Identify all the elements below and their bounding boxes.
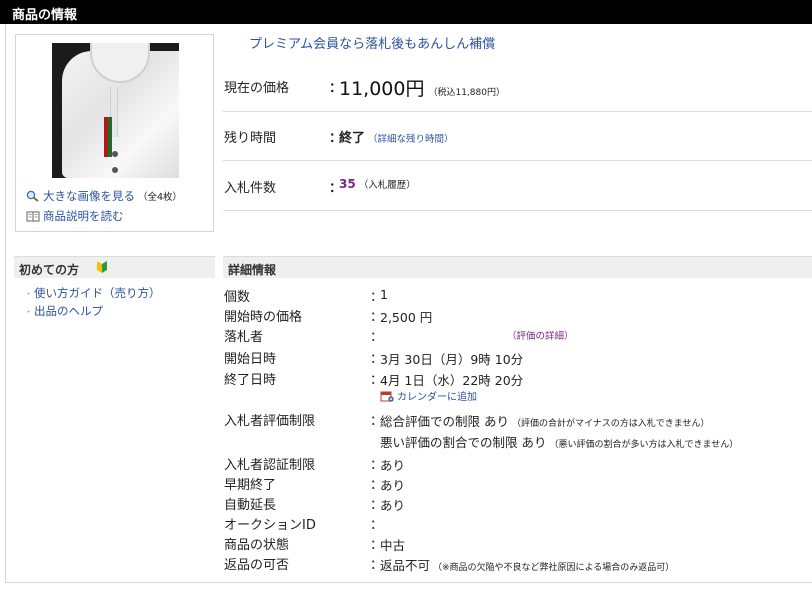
rating-details-link[interactable]: （評価の詳細） [507,328,574,342]
divider [223,210,812,211]
bad-rating-restriction: 悪い評価の割合での制限 あり （悪い評価の割合が多い方は入札できません） [380,432,738,451]
beginner-section-header: 初めての方 [14,256,215,278]
details-section-title: 詳細情報 [228,263,277,277]
section-header-bar: 商品の情報 [0,0,812,24]
product-image-box: 大きな画像を見る （全4枚） 商品説明を読む [15,34,214,232]
current-price-label: 現在の価格 [224,81,290,96]
detailed-time-left-link[interactable]: （詳細な残り時間） [368,134,454,145]
start-price-value: 2,500 円 [380,310,433,325]
bad-rating-restriction-value: 悪い評価の割合での制限 あり [380,435,547,450]
product-thumbnail[interactable] [52,43,179,178]
returns-value-text: 返品不可 [380,558,431,573]
end-datetime-label: 終了日時 [224,373,277,388]
book-icon [26,211,40,222]
divider [223,160,812,161]
winner-label: 落札者 [224,330,264,345]
add-to-calendar-label: カレンダーに追加 [397,392,477,403]
auto-extend-label: 自動延長 [224,498,277,513]
image-count-note: （全4枚） [138,192,183,203]
read-description-label: 商品説明を読む [43,209,124,223]
condition-value: 中古 [380,538,406,553]
auto-extend-value: あり [380,498,406,513]
end-datetime-value: 4月 1日（水）22時 20分 [380,373,524,388]
start-datetime-label: 開始日時 [224,352,277,367]
returns-note: （※商品の欠陥や不良など弊社原因による場合のみ返品可） [433,563,675,573]
auction-id-label: オークションID [224,518,316,533]
colon: ： [370,518,384,533]
beginner-section-title: 初めての方 [19,263,80,277]
view-large-image-link[interactable]: 大きな画像を見る （全4枚） [26,188,182,204]
quantity-label: 個数 [224,290,251,305]
bid-count: 35 （入札履歴） [339,177,416,191]
bid-history-link[interactable]: （入札履歴） [359,180,416,191]
details-section-header: 詳細情報 [223,256,812,278]
divider [223,111,812,112]
time-left-label: 残り時間 [224,131,277,146]
total-rating-restriction: 総合評価での制限 あり （評価の合計がマイナスの方は入札できません） [380,411,710,430]
tax-included-price: （税込11,880円） [428,88,505,98]
premium-guarantee-link[interactable]: プレミアム会員なら落札後もあんしん補償 [249,33,495,52]
view-large-image-label: 大きな画像を見る [43,189,135,203]
magnifier-icon [26,190,39,202]
listing-help-link[interactable]: 出品のヘルプ [24,303,103,319]
early-end-value: あり [380,478,406,493]
read-description-link[interactable]: 商品説明を読む [26,208,124,224]
early-end-label: 早期終了 [224,478,277,493]
start-datetime-value: 3月 30日（月）9時 10分 [380,352,524,367]
time-left: 終了 （詳細な残り時間） [339,127,454,146]
bid-count-value[interactable]: 35 [339,177,356,191]
beginner-mark-icon [97,261,107,273]
start-price-label: 開始時の価格 [224,310,303,325]
section-title: 商品の情報 [12,8,78,23]
current-price-value: 11,000円 [339,78,425,100]
quantity-value: 1 [380,287,388,302]
bidder-rating-restriction-link[interactable]: 入札者評価制限 [224,410,315,429]
bidder-verification-restriction-link[interactable]: 入札者認証制限 [224,454,315,473]
time-left-value: 終了 [339,131,366,146]
bad-rating-restriction-note: （悪い評価の割合が多い方は入札できません） [549,440,739,450]
bidder-verification-value: あり [380,458,406,473]
calendar-icon [380,391,394,402]
usage-guide-link[interactable]: 使い方ガイド（売り方） [24,285,161,301]
returns-label: 返品の可否 [224,558,290,573]
add-to-calendar-link[interactable]: カレンダーに追加 [380,388,477,403]
bid-count-label: 入札件数 [224,181,277,196]
returns-value: 返品不可 （※商品の欠陥や不良など弊社原因による場合のみ返品可） [380,555,674,574]
total-rating-restriction-value: 総合評価での制限 あり [380,414,509,429]
current-price: 11,000円 （税込11,880円） [339,74,505,101]
total-rating-restriction-note: （評価の合計がマイナスの方は入札できません） [511,419,710,429]
condition-label: 商品の状態 [224,538,290,553]
colon: ： [370,330,384,345]
